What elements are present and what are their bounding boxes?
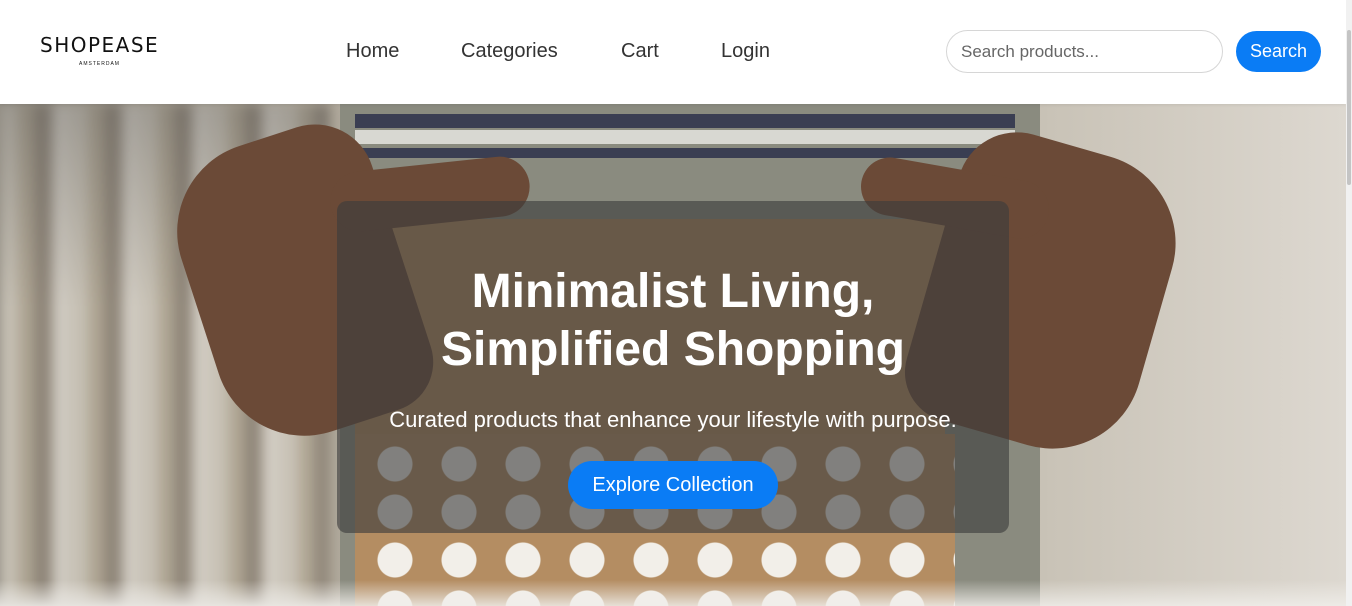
hero-image-table [0,580,1346,606]
search-input[interactable] [946,30,1223,73]
brand-logo[interactable]: SHOPEASE AMSTERDAM [40,33,160,73]
hero-title-line-2: Simplified Shopping [441,323,905,376]
nav-item-login[interactable]: Login [721,40,770,63]
nav-item-cart[interactable]: Cart [621,40,659,63]
brand-tagline: AMSTERDAM [79,61,120,67]
nav-item-home[interactable]: Home [346,40,399,63]
hero-title: Minimalist Living, Simplified Shopping [337,263,1009,379]
hero-overlay-card: Minimalist Living, Simplified Shopping C… [337,201,1009,533]
hero-subtitle: Curated products that enhance your lifes… [389,407,957,432]
brand-name: SHOPEASE [40,33,160,57]
hero-title-line-1: Minimalist Living, [471,265,875,318]
site-header: SHOPEASE AMSTERDAM Home Categories Cart … [0,0,1346,104]
hero-image-stripe [355,114,1015,128]
hero-banner: Minimalist Living, Simplified Shopping C… [0,104,1346,606]
hero-image-stripe [355,148,1015,158]
page-scrollbar[interactable] [1346,0,1352,606]
scrollbar-thumb[interactable] [1347,30,1351,185]
nav-item-categories[interactable]: Categories [461,40,558,63]
search-button[interactable]: Search [1236,31,1321,72]
hero-image-stripe [355,130,1015,144]
explore-collection-button[interactable]: Explore Collection [568,461,778,509]
